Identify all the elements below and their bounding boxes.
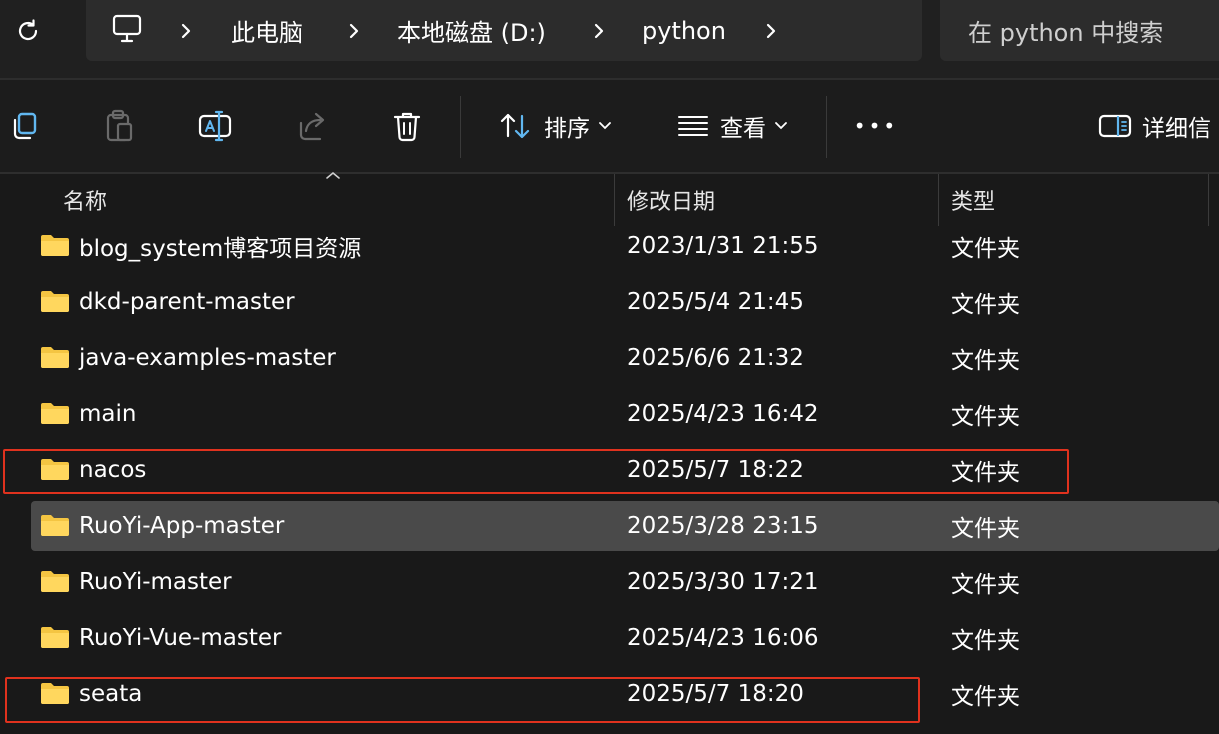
file-type: 文件夹: [951, 516, 1020, 542]
sort-label: 排序: [544, 116, 590, 142]
paste-button[interactable]: [98, 80, 140, 172]
view-icon: [678, 116, 708, 136]
view-button[interactable]: 查看: [667, 80, 797, 172]
folder-icon: [41, 459, 69, 480]
breadcrumb-local-disk[interactable]: 本地磁盘 (D:): [397, 0, 546, 61]
chevron-down-icon: [599, 122, 611, 130]
file-row-selected[interactable]: RuoYi-App-master 2025/3/28 23:15 文件夹: [31, 501, 1219, 551]
search-input[interactable]: 在 python 中搜索: [968, 0, 1163, 61]
details-label: 详细信: [1142, 116, 1211, 142]
file-type: 文件夹: [951, 348, 1020, 374]
file-row[interactable]: blog_system博客项目资源 2023/1/31 21:55 文件夹: [0, 221, 1219, 271]
sort-icon: [500, 113, 530, 139]
address-strip: 此电脑 本地磁盘 (D:) python 在 python 中搜索: [0, 0, 1219, 78]
view-label: 查看: [720, 116, 766, 142]
file-row[interactable]: seata 2025/5/7 18:20 文件夹: [0, 669, 1219, 719]
file-name: RuoYi-App-master: [79, 513, 285, 539]
file-name: RuoYi-Vue-master: [79, 625, 282, 651]
details-pane-button[interactable]: 详细信: [1098, 80, 1219, 172]
folder-icon: [41, 515, 69, 536]
file-modified: 2025/5/7 18:22: [627, 457, 804, 483]
column-header-modified[interactable]: 修改日期: [627, 174, 715, 226]
file-row[interactable]: main 2025/4/23 16:42 文件夹: [0, 389, 1219, 439]
file-modified: 2025/6/6 21:32: [627, 345, 804, 371]
share-icon: [299, 112, 325, 141]
column-divider[interactable]: [614, 174, 615, 226]
copy-icon: [13, 112, 37, 140]
file-type: 文件夹: [951, 404, 1020, 430]
folder-icon: [41, 627, 69, 648]
details-pane-icon: [1098, 114, 1132, 138]
file-type: 文件夹: [951, 292, 1020, 318]
file-modified: 2025/4/23 16:42: [627, 401, 819, 427]
file-name: nacos: [79, 457, 147, 483]
toolbar-divider: [460, 96, 461, 158]
file-type: 文件夹: [951, 236, 1020, 262]
sort-button[interactable]: 排序: [490, 80, 620, 172]
column-divider[interactable]: [938, 174, 939, 226]
toolbar-divider: [826, 96, 827, 158]
more-icon: •••: [853, 114, 899, 138]
rename-icon: [198, 110, 232, 142]
command-bar: 排序 查看 ••• 详细信: [0, 80, 1219, 172]
file-row[interactable]: dkd-parent-master 2025/5/4 21:45 文件夹: [0, 277, 1219, 327]
trash-icon: [393, 112, 421, 142]
rename-button[interactable]: [194, 80, 236, 172]
folder-icon: [41, 403, 69, 424]
chevron-right-icon[interactable]: [346, 0, 362, 61]
file-name: seata: [79, 681, 143, 707]
more-options-button[interactable]: •••: [850, 80, 902, 172]
file-name: dkd-parent-master: [79, 289, 295, 315]
column-header-row: 名称 修改日期 类型: [0, 174, 1219, 226]
folder-icon: [41, 683, 69, 704]
file-modified: 2025/3/28 23:15: [627, 513, 819, 539]
folder-icon: [41, 571, 69, 592]
file-modified: 2025/4/23 16:06: [627, 625, 819, 651]
file-row[interactable]: RuoYi-Vue-master 2025/4/23 16:06 文件夹: [0, 613, 1219, 663]
column-divider[interactable]: [1208, 174, 1209, 226]
chevron-right-icon[interactable]: [763, 0, 779, 61]
folder-icon: [41, 235, 69, 256]
file-modified: 2025/5/7 18:20: [627, 681, 804, 707]
column-header-name[interactable]: 名称: [63, 174, 107, 226]
file-type: 文件夹: [951, 628, 1020, 654]
copy-button[interactable]: [4, 80, 44, 172]
folder-icon: [41, 347, 69, 368]
file-row[interactable]: nacos 2025/5/7 18:22 文件夹: [0, 445, 1219, 495]
file-modified: 2025/5/4 21:45: [627, 289, 804, 315]
address-bar[interactable]: 此电脑 本地磁盘 (D:) python: [86, 0, 922, 61]
file-name: RuoYi-master: [79, 569, 232, 595]
chevron-right-icon[interactable]: [178, 0, 194, 61]
search-box[interactable]: 在 python 中搜索: [940, 0, 1219, 61]
refresh-button[interactable]: [0, 0, 56, 62]
file-explorer-window: 此电脑 本地磁盘 (D:) python 在 python 中搜索 排序 查看 …: [0, 0, 1219, 734]
breadcrumb-python[interactable]: python: [642, 0, 726, 61]
file-type: 文件夹: [951, 572, 1020, 598]
file-name: java-examples-master: [79, 345, 336, 371]
column-header-type[interactable]: 类型: [951, 174, 995, 226]
file-name: main: [79, 401, 137, 427]
file-row[interactable]: RuoYi-master 2025/3/30 17:21 文件夹: [0, 557, 1219, 607]
folder-icon: [41, 291, 69, 312]
file-modified: 2023/1/31 21:55: [627, 233, 819, 259]
computer-icon: [112, 14, 142, 43]
file-type: 文件夹: [951, 684, 1020, 710]
delete-button[interactable]: [388, 80, 426, 172]
file-modified: 2025/3/30 17:21: [627, 569, 819, 595]
breadcrumb-this-pc[interactable]: 此电脑: [231, 0, 303, 61]
file-name: blog_system博客项目资源: [79, 236, 362, 262]
chevron-down-icon: [775, 122, 787, 130]
file-row[interactable]: java-examples-master 2025/6/6 21:32 文件夹: [0, 333, 1219, 383]
chevron-right-icon[interactable]: [591, 0, 607, 61]
refresh-icon: [18, 19, 38, 41]
paste-icon: [106, 109, 133, 142]
file-type: 文件夹: [951, 460, 1020, 486]
share-button[interactable]: [293, 80, 333, 172]
